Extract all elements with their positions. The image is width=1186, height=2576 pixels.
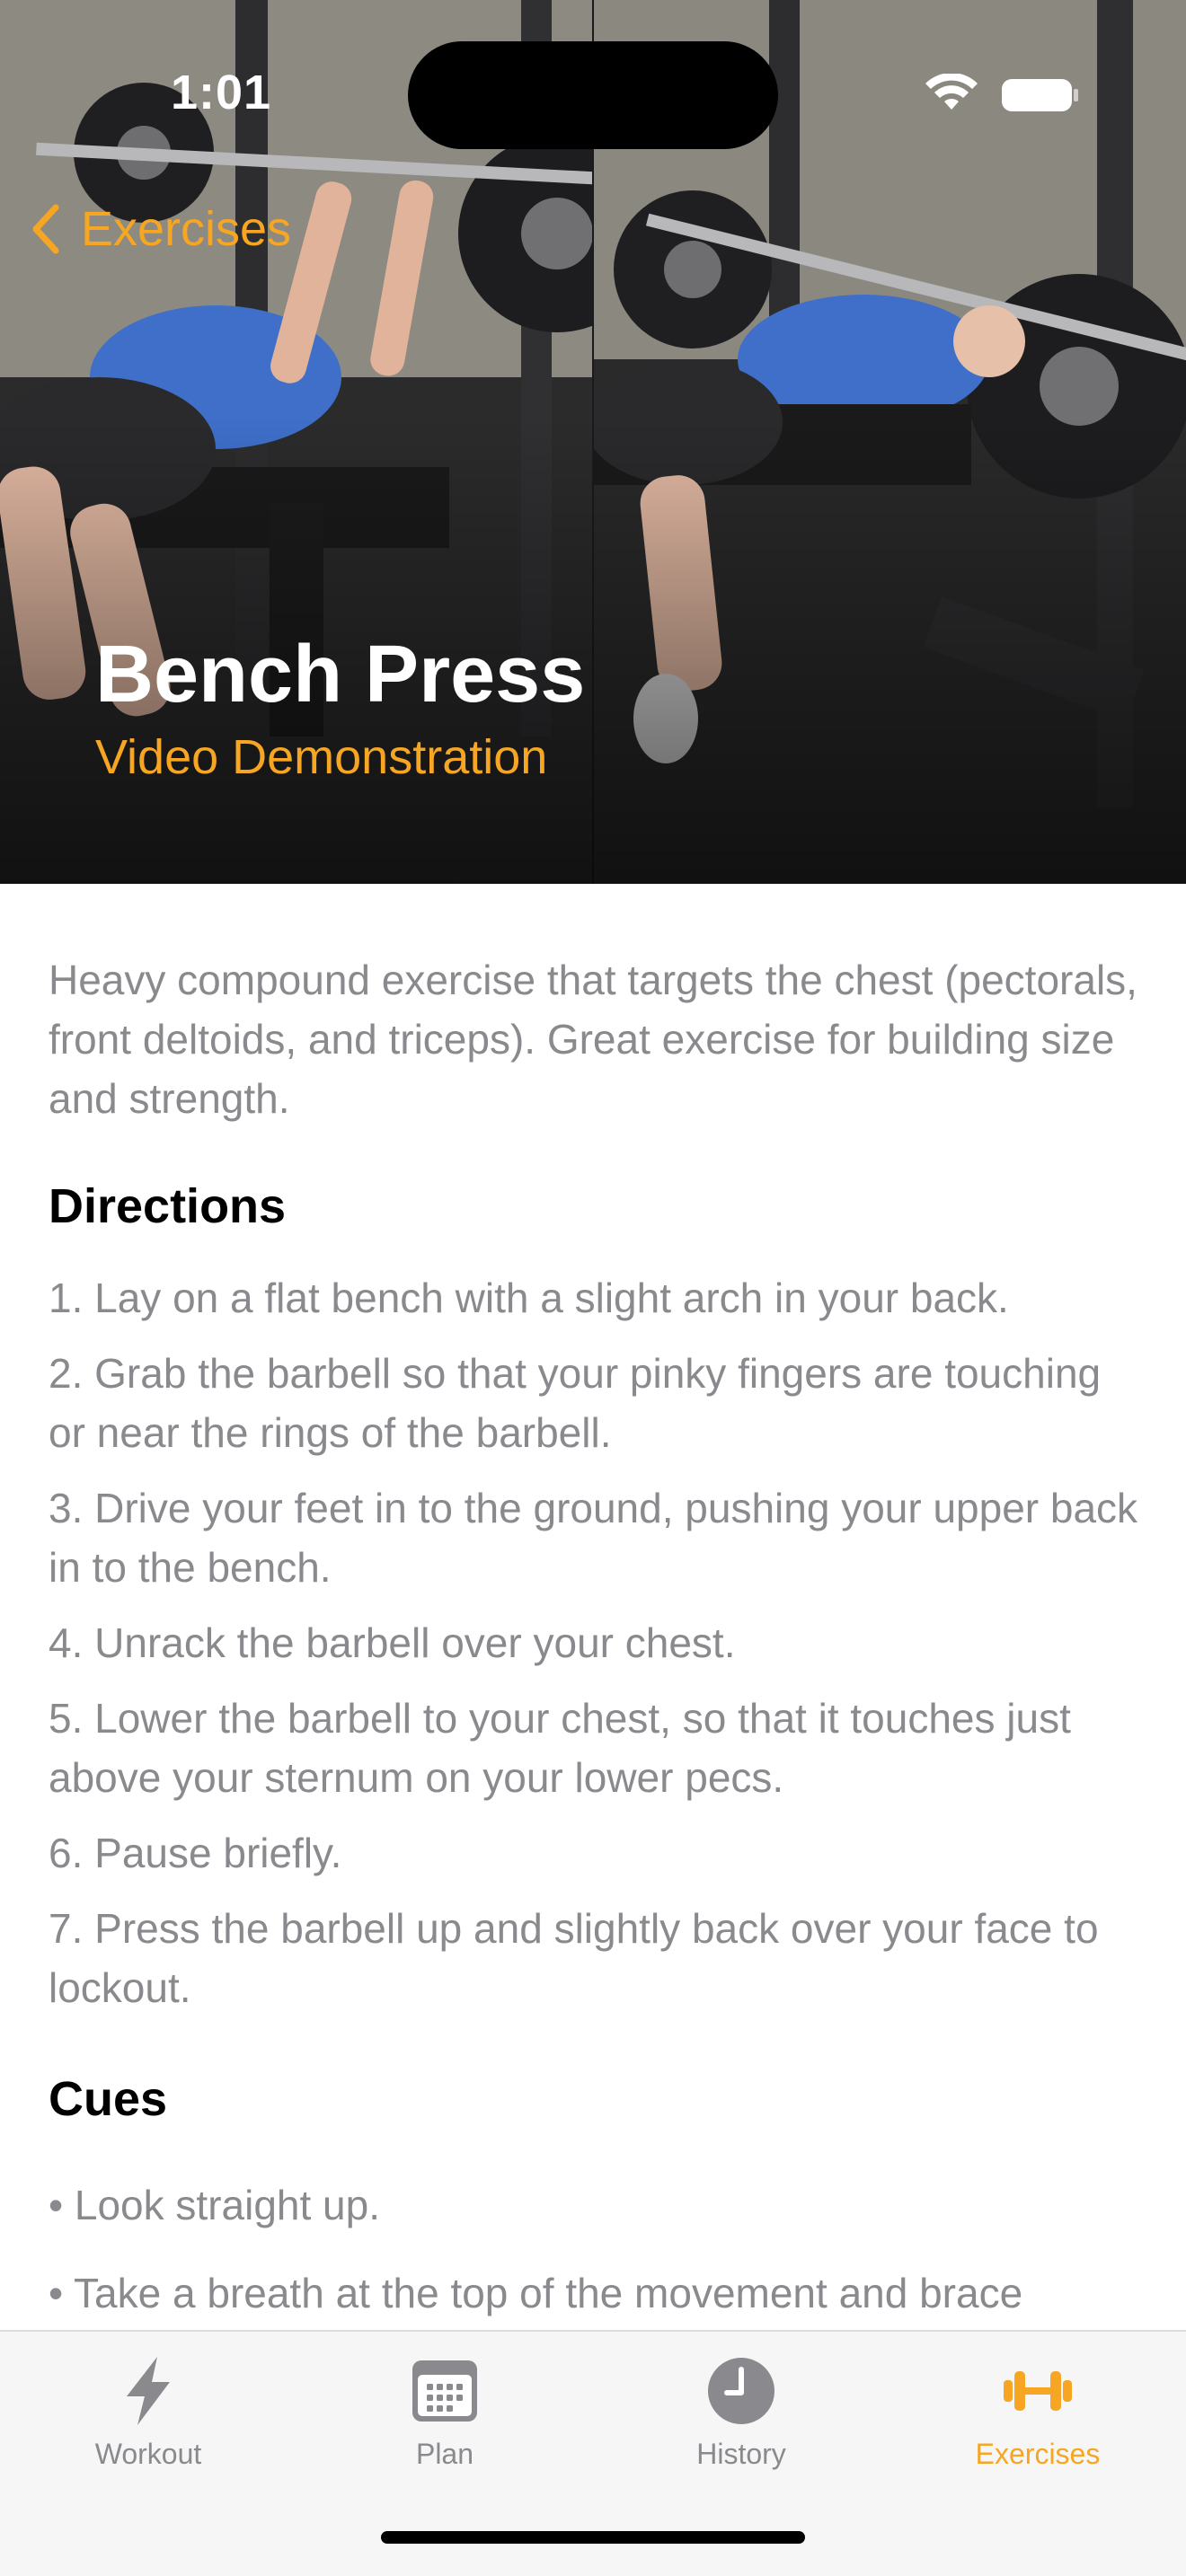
back-button[interactable]: Exercises — [27, 198, 291, 260]
tab-plan[interactable]: Plan — [296, 2332, 593, 2493]
tab-label: Workout — [94, 2438, 202, 2470]
direction-step: 7. Press the barbell up and slightly bac… — [49, 1905, 1099, 2011]
cue-item: • Take a breath at the top of the moveme… — [49, 2270, 1023, 2316]
tab-history[interactable]: History — [593, 2332, 890, 2493]
cues-list: • Look straight up. • Take a breath at t… — [49, 2175, 1145, 2323]
exercise-detail-screen: 1:01 Exercises Bench Press Video Demonst… — [0, 0, 1186, 2576]
directions-list: 1. Lay on a flat bench with a slight arc… — [49, 1268, 1145, 2017]
direction-step: 3. Drive your feet in to the ground, pus… — [49, 1485, 1138, 1591]
wifi-icon — [925, 74, 978, 110]
direction-step: 5. Lower the barbell to your chest, so t… — [49, 1695, 1071, 1801]
tab-workout[interactable]: Workout — [0, 2332, 296, 2493]
tab-label: History — [696, 2438, 786, 2470]
exercise-description: Heavy compound exercise that targets the… — [49, 957, 1137, 1122]
dumbbell-icon — [1004, 2371, 1072, 2411]
bolt-icon — [127, 2357, 170, 2425]
direction-step: 2. Grab the barbell so that your pinky f… — [49, 1350, 1102, 1456]
clock-icon — [708, 2358, 774, 2424]
battery-icon — [1002, 79, 1078, 111]
tab-label: Plan — [415, 2438, 474, 2470]
direction-step: 6. Pause briefly. — [49, 1830, 342, 1876]
tab-label: Exercises — [975, 2438, 1101, 2470]
back-button-label: Exercises — [81, 202, 292, 256]
cue-item: • Look straight up. — [49, 2182, 380, 2228]
video-demonstration-hero[interactable]: 1:01 Exercises Bench Press Video Demonst… — [0, 0, 1186, 884]
dynamic-island — [408, 41, 778, 149]
exercise-details: Heavy compound exercise that targets the… — [49, 950, 1145, 2351]
status-time: 1:01 — [171, 66, 272, 119]
direction-step: 4. Unrack the barbell over your chest. — [49, 1619, 736, 1666]
chevron-left-icon — [32, 204, 59, 254]
calendar-icon — [412, 2360, 477, 2422]
video-demonstration-label: Video Demonstration — [95, 730, 548, 784]
exercise-title: Bench Press — [95, 630, 586, 719]
direction-step: 1. Lay on a flat bench with a slight arc… — [49, 1275, 1009, 1321]
home-indicator — [381, 2531, 805, 2544]
directions-heading: Directions — [49, 1179, 287, 1233]
cues-heading: Cues — [49, 2072, 168, 2126]
tab-exercises[interactable]: Exercises — [890, 2332, 1186, 2493]
